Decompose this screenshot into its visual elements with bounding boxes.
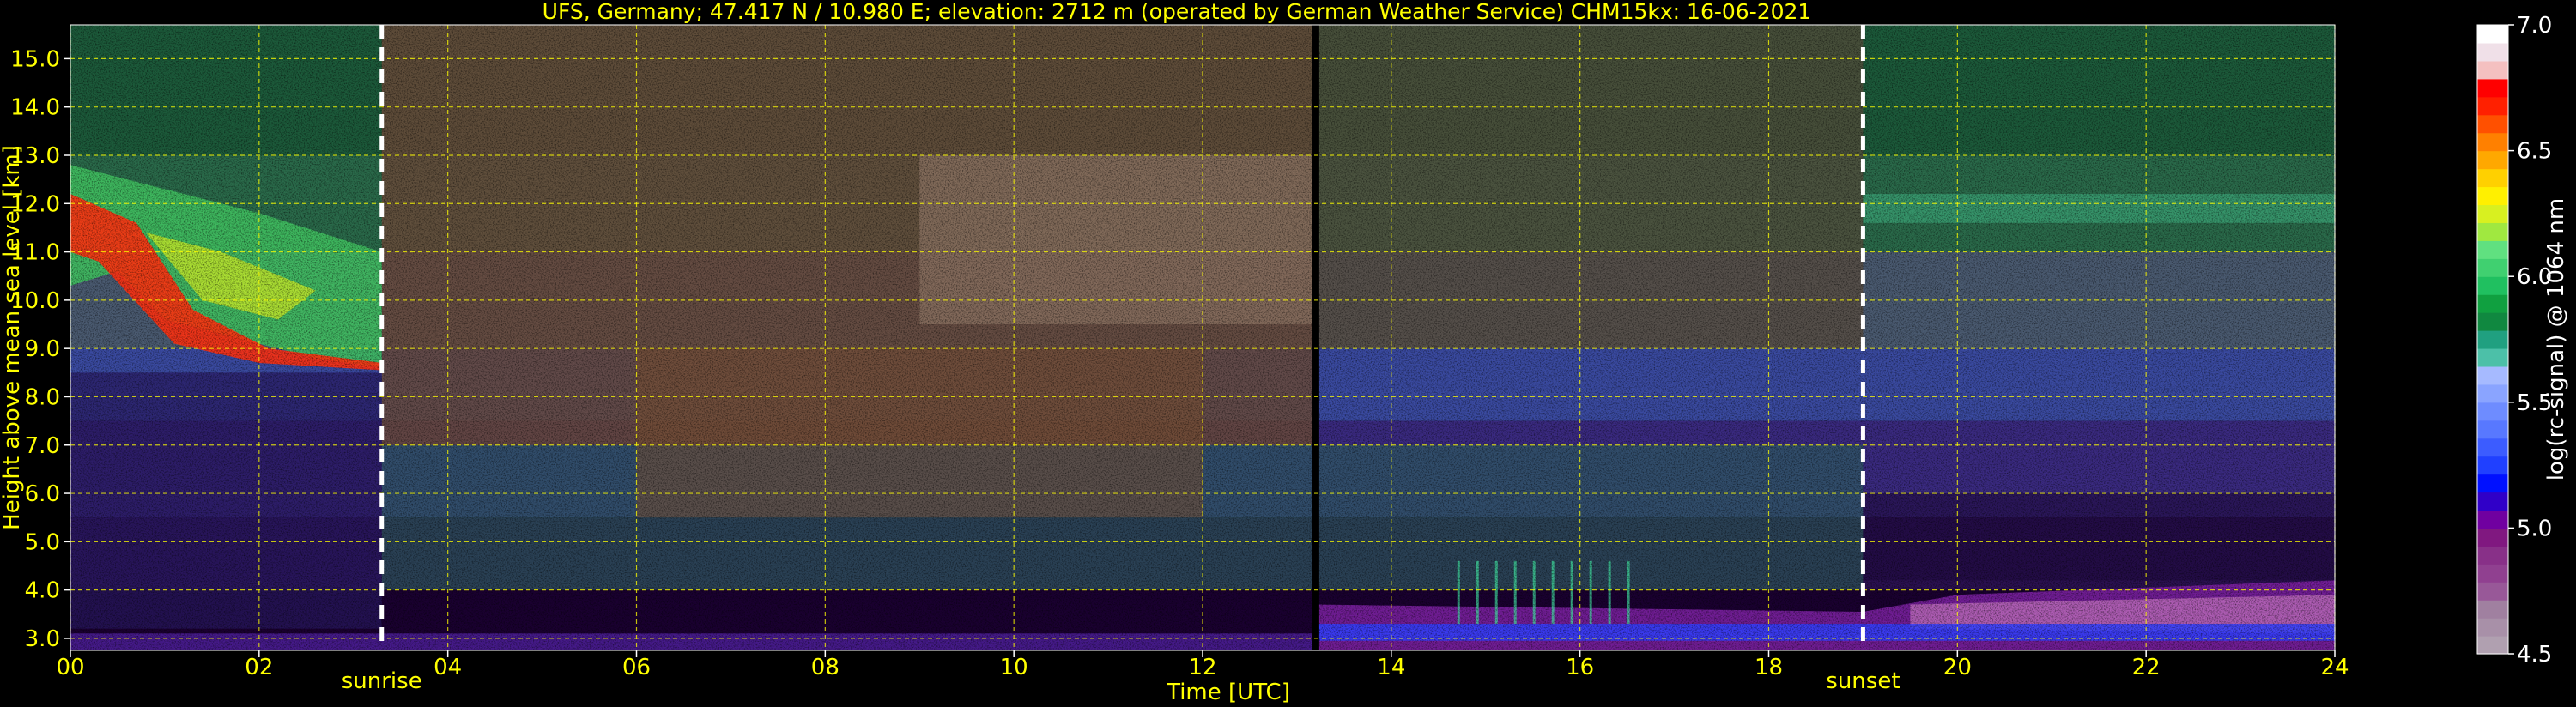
y-axis-label: Height above mean sea level [km] <box>0 145 25 530</box>
y-tick-label: 5.0 <box>25 529 60 555</box>
colorbar-segment <box>2477 78 2508 98</box>
x-tick-label: 00 <box>56 655 84 680</box>
x-tick-label: 20 <box>1943 655 1972 680</box>
y-tick-label: 9.0 <box>25 336 60 362</box>
x-tick-label: 12 <box>1188 655 1216 680</box>
x-tick-label: 10 <box>1000 655 1028 680</box>
colorbar-segment <box>2477 204 2508 223</box>
y-tick-label: 7.0 <box>25 433 60 459</box>
colorbar-segment <box>2477 132 2508 152</box>
colorbar-segment <box>2477 60 2508 80</box>
colorbar-tick-label: 7.0 <box>2517 13 2552 39</box>
colorbar-segment <box>2477 312 2508 331</box>
colorbar-segment <box>2477 186 2508 206</box>
colorbar-segment <box>2477 636 2508 655</box>
colorbar-segment <box>2477 528 2508 547</box>
colorbar-tick-label: 5.0 <box>2517 516 2552 541</box>
colorbar-segment <box>2477 114 2508 134</box>
y-tick-label: 4.0 <box>25 578 60 604</box>
colorbar-segment <box>2477 402 2508 421</box>
colorbar-segment <box>2477 582 2508 601</box>
y-tick-label: 8.0 <box>25 384 60 410</box>
colorbar-segment <box>2477 366 2508 385</box>
colorbar-segment <box>2477 456 2508 475</box>
colorbar-segment <box>2477 420 2508 439</box>
x-tick-label: 18 <box>1755 655 1783 680</box>
colorbar-segment <box>2477 600 2508 619</box>
y-tick-label: 14.0 <box>10 95 60 121</box>
x-tick-label: 14 <box>1377 655 1405 680</box>
colorbar-label: log(rc-signal) @ 1064 nm <box>2543 198 2569 480</box>
colorbar-tick-label: 6.5 <box>2517 139 2552 165</box>
event-label-sunrise: sunrise <box>342 668 422 694</box>
colorbar-segment <box>2477 25 2508 44</box>
colorbar-segment <box>2477 546 2508 565</box>
x-axis-label: Time [UTC] <box>1166 680 1290 705</box>
colorbar-segment <box>2477 330 2508 349</box>
x-tick-label: 04 <box>433 655 462 680</box>
colorbar-segment <box>2477 294 2508 313</box>
colorbar-segment <box>2477 474 2508 493</box>
ceilometer-chart: sunrise sunset 00 02 04 06 08 10 12 14 16 18 20 22 24… <box>0 0 2569 705</box>
colorbar-segment <box>2477 96 2508 116</box>
colorbar-segment <box>2477 168 2508 188</box>
x-tick-label: 24 <box>2320 655 2349 680</box>
chart-title: UFS, Germany; 47.417 N / 10.980 E; eleva… <box>542 0 1812 24</box>
x-tick-label: 06 <box>622 655 651 680</box>
colorbar-segment <box>2477 258 2508 277</box>
colorbar-segment <box>2477 492 2508 511</box>
colorbar-segment <box>2477 564 2508 583</box>
colorbar-segment <box>2477 240 2508 259</box>
colorbar-tick-label: 4.5 <box>2517 642 2552 668</box>
colorbar-segment <box>2477 438 2508 457</box>
colorbar-segment <box>2477 42 2508 62</box>
colorbar-segment <box>2477 150 2508 170</box>
y-tick-label: 3.0 <box>25 626 60 652</box>
x-tick-label: 02 <box>245 655 273 680</box>
colorbar: 4.55.05.56.06.57.0 <box>2476 13 2552 668</box>
y-tick-label: 6.0 <box>25 481 60 507</box>
x-tick-label: 08 <box>811 655 839 680</box>
x-tick-label: 16 <box>1566 655 1594 680</box>
colorbar-segment <box>2477 510 2508 529</box>
colorbar-segment <box>2477 222 2508 241</box>
x-tick-label: 22 <box>2132 655 2161 680</box>
colorbar-segment <box>2477 618 2508 637</box>
colorbar-segment <box>2477 347 2508 367</box>
y-tick-label: 15.0 <box>10 46 60 72</box>
colorbar-segment <box>2477 384 2508 403</box>
event-label-sunset: sunset <box>1826 668 1900 694</box>
colorbar-segment <box>2477 276 2508 295</box>
